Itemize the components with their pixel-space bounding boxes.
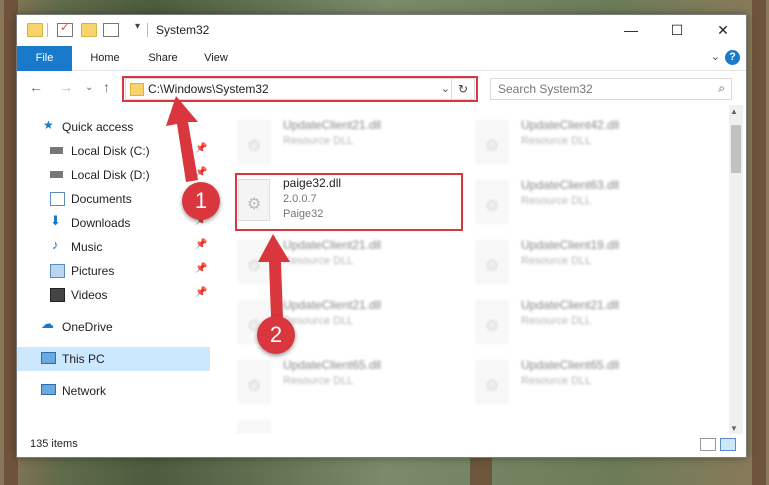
arrow-up-icon (258, 234, 290, 318)
step-2-marker: 2 (257, 316, 295, 354)
arrow-up-icon (166, 96, 198, 182)
annotation-arrows (166, 96, 290, 318)
step-1-marker: 1 (182, 182, 220, 220)
